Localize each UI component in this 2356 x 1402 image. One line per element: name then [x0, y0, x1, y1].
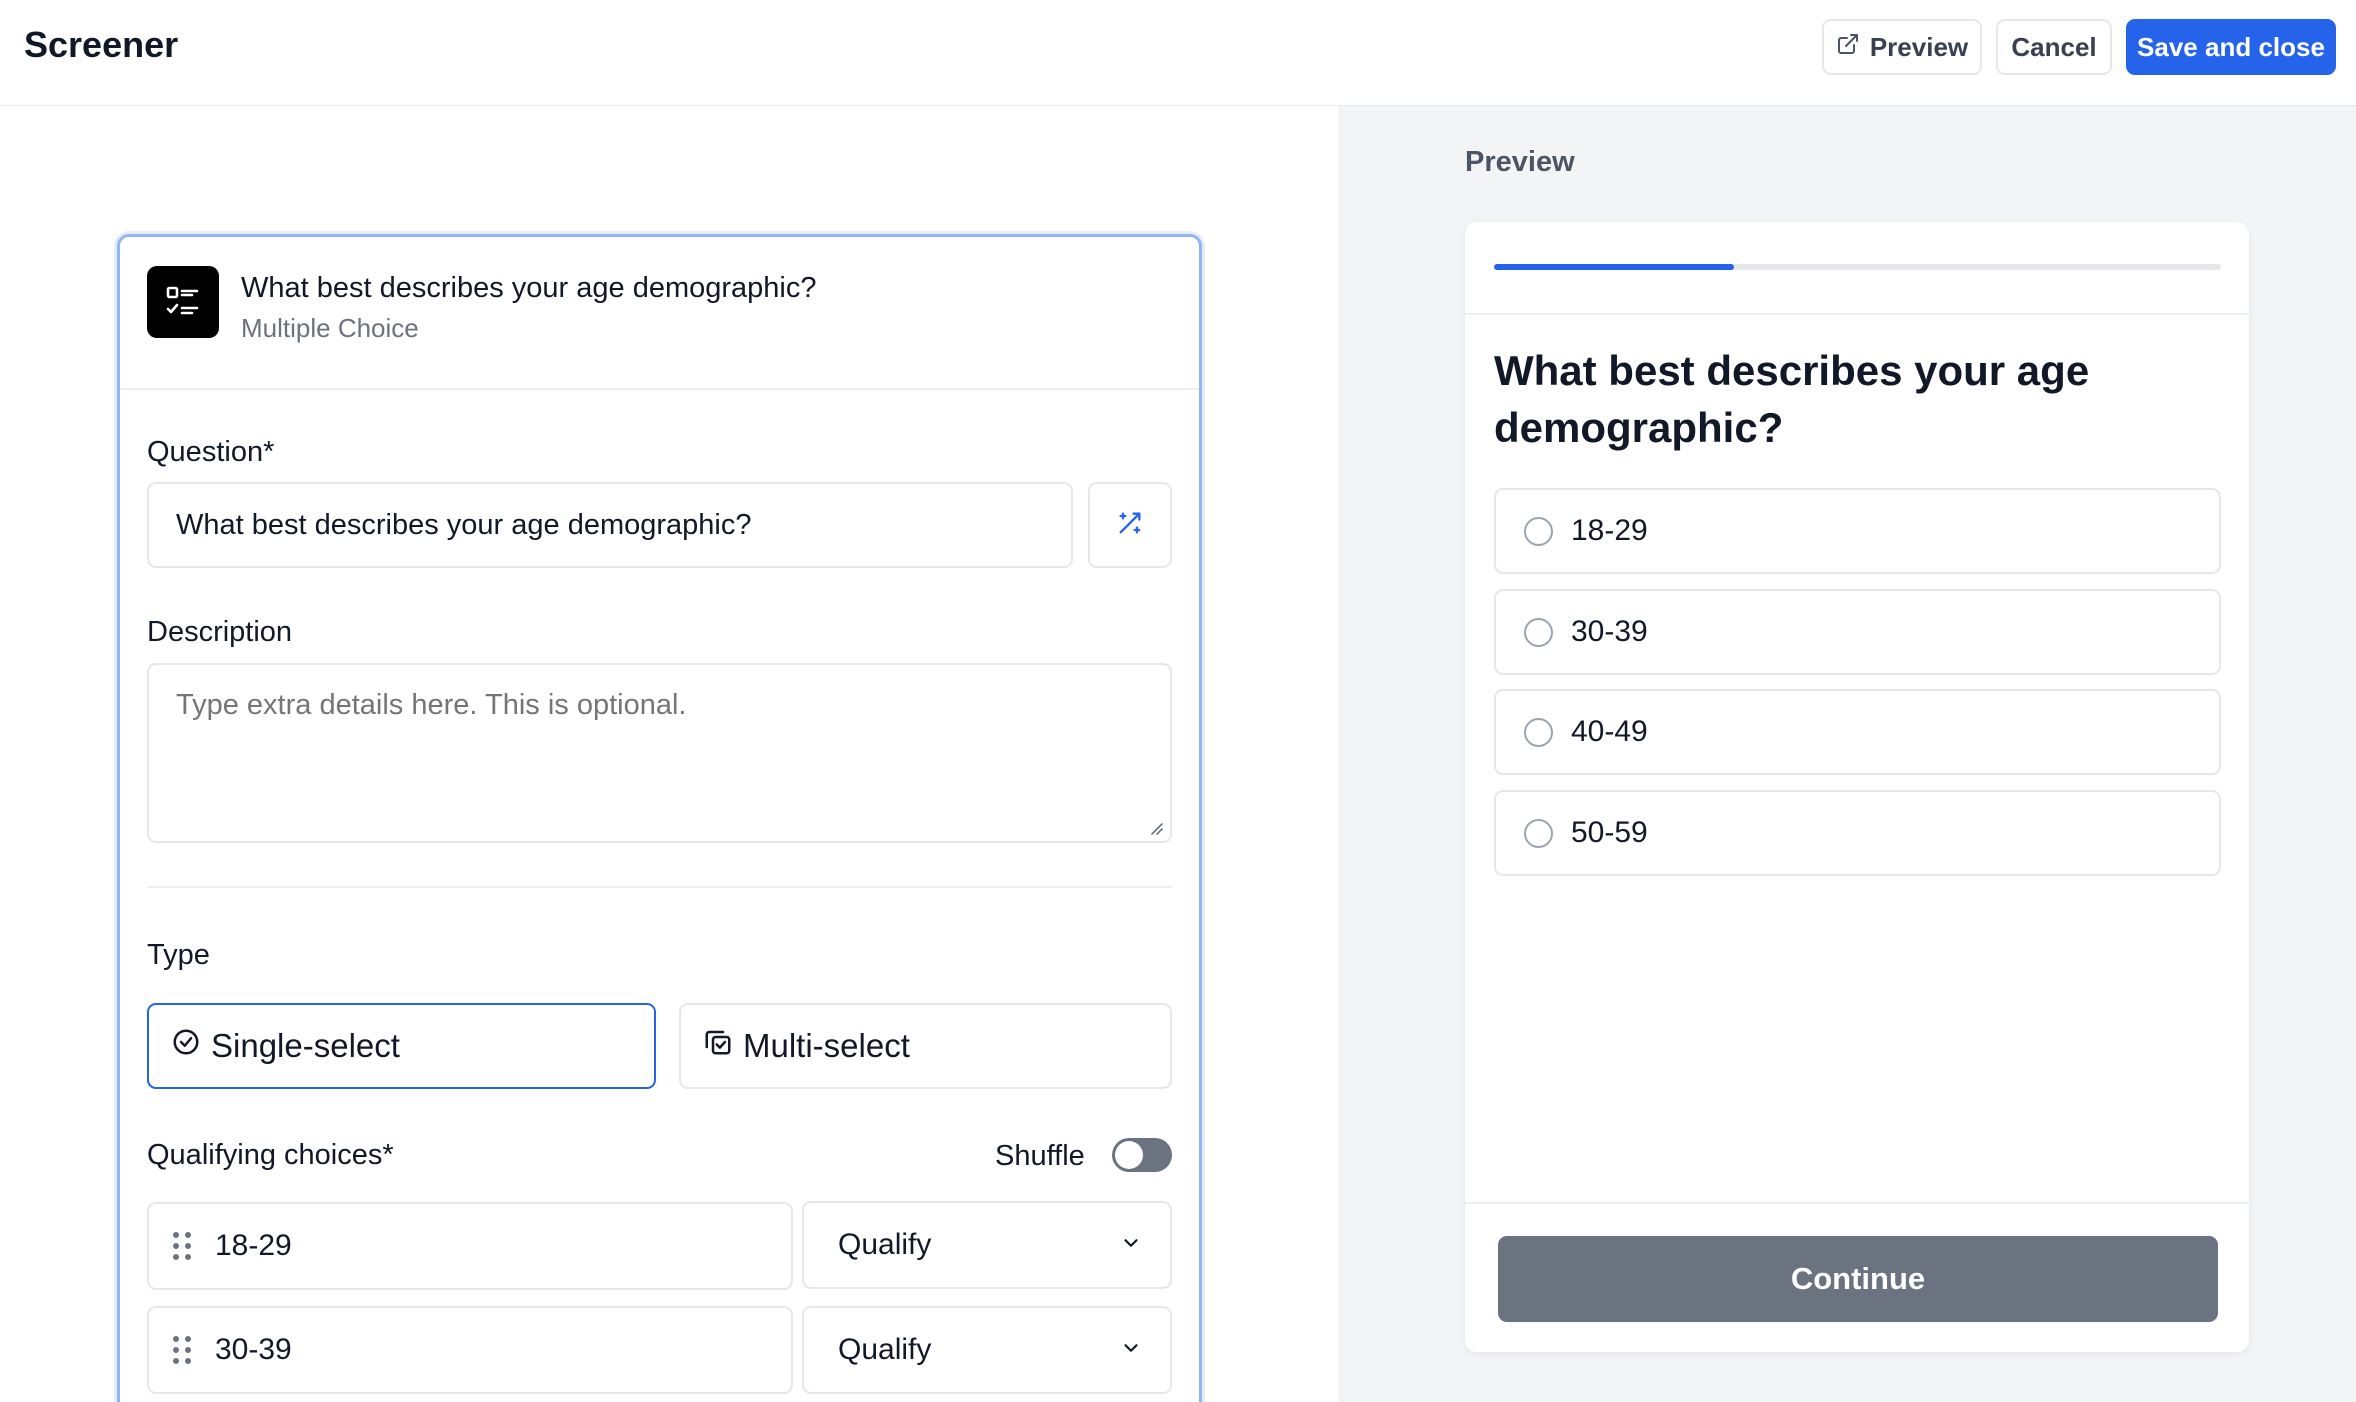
description-label: Description — [147, 616, 293, 648]
preview-option-label: 30-39 — [1571, 615, 1648, 648]
preview-option-label: 18-29 — [1571, 514, 1648, 547]
multi-check-icon — [703, 1027, 733, 1065]
multi-select-option[interactable]: Multi-select — [679, 1003, 1172, 1089]
chevron-down-icon — [1120, 1228, 1142, 1262]
qualifying-choices-label: Qualifying choices* — [147, 1139, 394, 1171]
drag-handle-icon[interactable] — [173, 1232, 191, 1260]
qualify-select[interactable]: Qualify — [802, 1201, 1172, 1289]
cancel-button[interactable]: Cancel — [1996, 19, 2112, 75]
continue-button[interactable]: Continue — [1498, 1236, 2218, 1322]
external-link-icon — [1836, 32, 1860, 63]
type-label: Type — [147, 939, 210, 971]
qualify-select-value: Qualify — [838, 1228, 932, 1261]
choice-label: 30-39 — [215, 1333, 292, 1366]
radio-icon[interactable] — [1524, 516, 1553, 546]
question-label: Question* — [147, 436, 275, 468]
drag-handle-icon[interactable] — [173, 1336, 191, 1364]
divider — [120, 388, 1199, 390]
question-type-subtitle: Multiple Choice — [241, 313, 419, 343]
radio-icon[interactable] — [1524, 617, 1553, 647]
preview-option[interactable]: 40-49 — [1494, 689, 2221, 775]
divider — [1465, 313, 2249, 315]
toggle-knob — [1115, 1141, 1143, 1169]
description-textarea[interactable] — [147, 663, 1172, 843]
multi-select-label: Multi-select — [743, 1027, 910, 1064]
preview-button-label: Preview — [1869, 31, 1969, 62]
qualify-select-value: Qualify — [838, 1333, 932, 1366]
choice-row-input[interactable]: 18-29 — [147, 1202, 793, 1290]
preview-option[interactable]: 50-59 — [1494, 790, 2221, 876]
choice-label: 18-29 — [215, 1229, 292, 1262]
preview-button[interactable]: Preview — [1822, 19, 1982, 75]
divider — [1465, 1202, 2249, 1204]
resize-handle-icon[interactable] — [1148, 820, 1164, 836]
radio-icon[interactable] — [1524, 717, 1553, 747]
qualify-select[interactable]: Qualify — [802, 1306, 1172, 1394]
preview-heading: Preview — [1465, 146, 1575, 178]
chevron-down-icon — [1120, 1333, 1142, 1367]
divider — [147, 886, 1172, 888]
magic-wand-icon — [1116, 509, 1144, 542]
preview-option[interactable]: 18-29 — [1494, 488, 2221, 574]
single-select-option[interactable]: Single-select — [147, 1003, 656, 1089]
preview-question: What best describes your age demographic… — [1494, 347, 2090, 451]
preview-option-label: 40-49 — [1571, 715, 1648, 748]
shuffle-toggle[interactable] — [1112, 1138, 1172, 1172]
top-bar: Screener Preview Cancel Save and close — [0, 0, 2356, 106]
progress-fill — [1494, 264, 1734, 270]
preview-option[interactable]: 30-39 — [1494, 589, 2221, 675]
preview-option-label: 50-59 — [1571, 816, 1648, 849]
progress-bar — [1494, 264, 2221, 270]
multiple-choice-icon — [147, 266, 219, 338]
question-input[interactable] — [147, 482, 1073, 568]
page-title: Screener — [24, 24, 179, 65]
radio-icon[interactable] — [1524, 818, 1553, 848]
question-header-title: What best describes your age demographic… — [241, 272, 817, 304]
ai-rewrite-button[interactable] — [1088, 482, 1172, 568]
check-circle-icon — [171, 1027, 201, 1065]
shuffle-label: Shuffle — [995, 1140, 1085, 1172]
save-and-close-button[interactable]: Save and close — [2126, 19, 2336, 75]
single-select-label: Single-select — [211, 1027, 400, 1064]
choice-row-input[interactable]: 30-39 — [147, 1306, 793, 1394]
